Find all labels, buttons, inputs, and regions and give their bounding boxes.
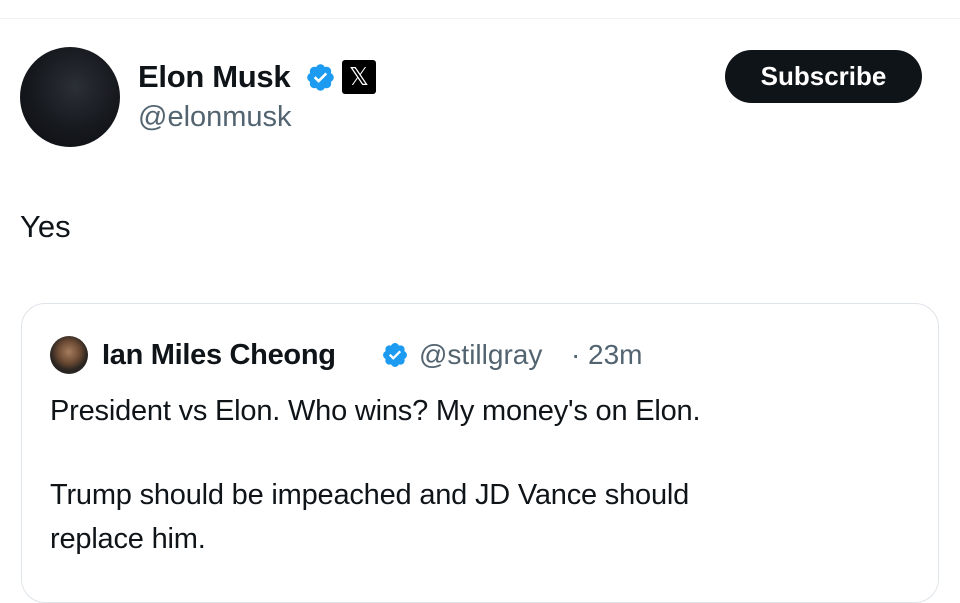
quote-text-line: Trump should be impeached and JD Vance s… (50, 479, 690, 511)
quote-author-avatar[interactable] (50, 336, 88, 374)
author-handle[interactable]: @elonmusk (138, 99, 292, 135)
x-logo-icon[interactable]: 𝕏 (342, 60, 376, 94)
verified-badge-icon (383, 343, 407, 367)
quote-author-name[interactable]: Ian Miles Cheong (102, 337, 336, 373)
tweet-text: Yes (20, 209, 71, 244)
subscribe-button[interactable]: Subscribe (725, 50, 922, 103)
quote-separator: · (571, 339, 581, 370)
author-avatar[interactable] (20, 47, 120, 147)
quote-author-handle[interactable]: @stillgray (419, 337, 542, 373)
quote-timestamp[interactable]: 23m (588, 337, 642, 373)
author-name[interactable]: Elon Musk (138, 58, 291, 96)
quote-text-line: President vs Elon. Who wins? My money's … (50, 395, 701, 427)
quote-text-line: replace him. (50, 523, 206, 555)
verified-badge-icon[interactable] (305, 62, 336, 93)
top-divider (0, 18, 960, 19)
